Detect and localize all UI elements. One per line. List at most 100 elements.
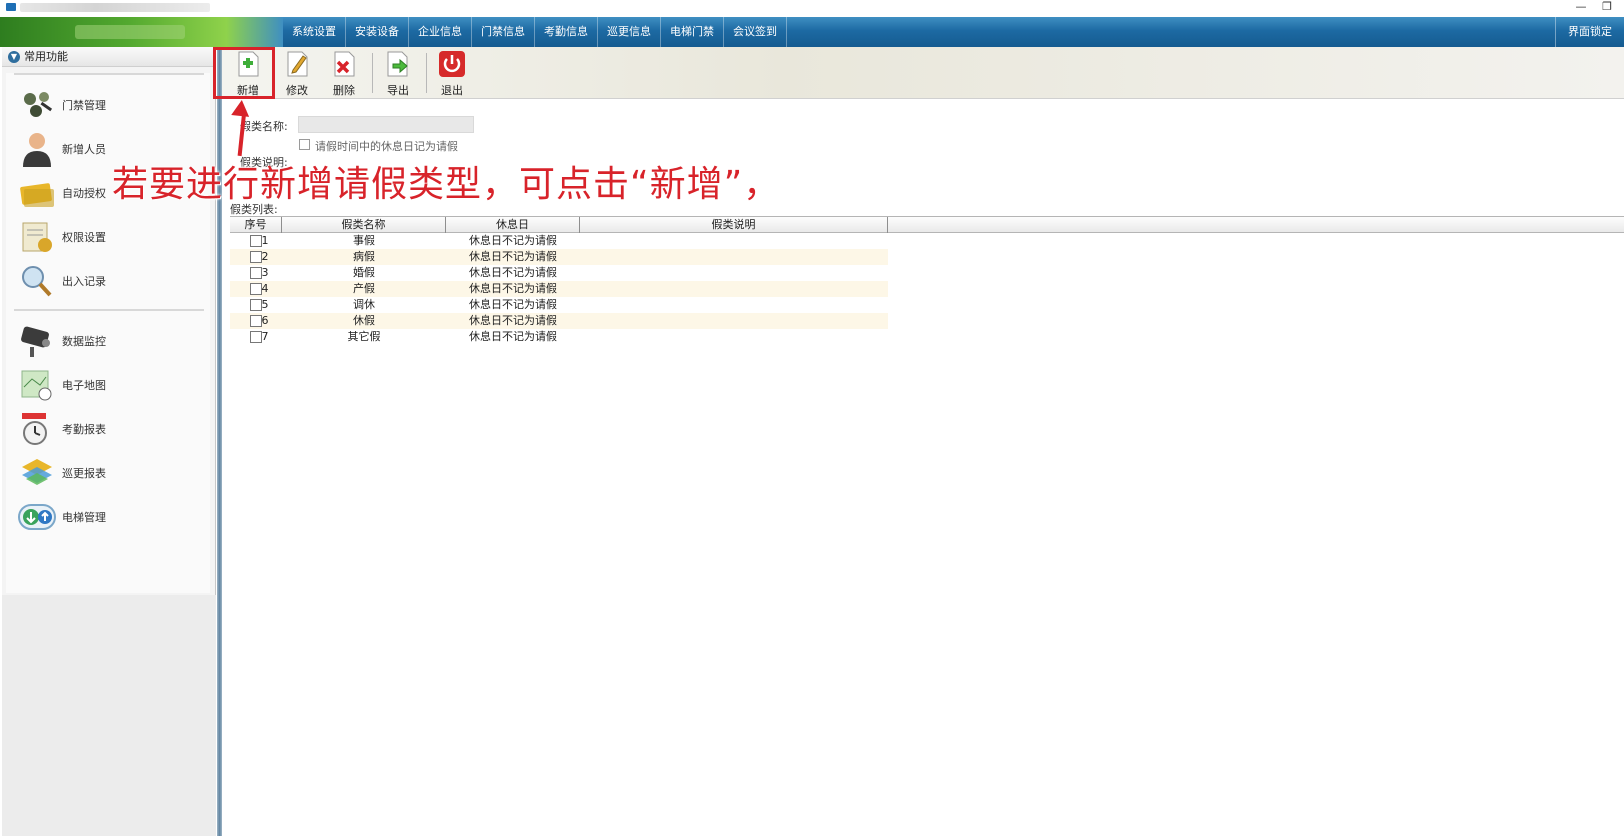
cell-rest-day: 休息日不记为请假 (469, 298, 557, 311)
edit-document-icon (283, 50, 311, 78)
header-rest-day[interactable]: 休息日 (446, 217, 580, 233)
cell-no: 4 (230, 281, 282, 297)
table-row[interactable]: 1 事假 休息日不记为请假 (230, 233, 888, 249)
row-checkbox[interactable] (250, 267, 262, 279)
door-access-icon (18, 87, 56, 123)
sidebar-item-label: 权限设置 (62, 231, 106, 244)
magnifier-icon (18, 263, 56, 299)
tutorial-annotation: 若要进行新增请假类型，可点击“新增”， (112, 164, 781, 205)
sidebar-item-add-person[interactable]: 新增人员 (18, 129, 106, 169)
leave-name-input[interactable] (298, 116, 474, 133)
restore-button[interactable]: ❐ (1594, 0, 1620, 16)
sidebar-item-label: 巡更报表 (62, 467, 106, 480)
menu-access-info[interactable]: 门禁信息 (472, 17, 535, 47)
sidebar-item-auto-auth[interactable]: 自动授权 (18, 173, 106, 213)
lock-ui-button[interactable]: 界面锁定 (1555, 17, 1624, 47)
menu-attendance-info[interactable]: 考勤信息 (535, 17, 598, 47)
cell-rest-day: 休息日不记为请假 (469, 250, 557, 263)
menu-items: 系统设置 安装设备 企业信息 门禁信息 考勤信息 巡更信息 电梯门禁 会议签到 (283, 17, 787, 47)
sidebar-item-permission[interactable]: 权限设置 (18, 217, 106, 257)
header-no[interactable]: 序号 (230, 217, 282, 233)
header-filler (888, 217, 1624, 233)
row-checkbox[interactable] (250, 235, 262, 247)
row-checkbox[interactable] (250, 251, 262, 263)
cell-no: 3 (230, 265, 282, 281)
cell-no-text: 3 (261, 266, 269, 279)
menu-patrol-info[interactable]: 巡更信息 (598, 17, 661, 47)
brand-logo (0, 17, 283, 47)
table-row[interactable]: 2 病假 休息日不记为请假 (230, 249, 888, 265)
sidebar-item-label: 出入记录 (62, 275, 106, 288)
sidebar-item-label: 自动授权 (62, 187, 106, 200)
export-button-label: 导出 (387, 84, 409, 97)
delete-button-label: 删除 (333, 84, 355, 97)
sidebar-item-label: 考勤报表 (62, 423, 106, 436)
delete-button[interactable]: 删除 (321, 50, 367, 97)
brand-logo-blurred (75, 25, 185, 39)
leave-type-table: 序号 假类名称 休息日 假类说明 1 事假 休息日不记为请假 2 病假 休息日不记为请假 3… (230, 216, 1624, 345)
sidebar-item-patrol-report[interactable]: 巡更报表 (18, 453, 106, 493)
card-icon (18, 175, 56, 211)
table-row[interactable]: 4 产假 休息日不记为请假 (230, 281, 888, 297)
sidebar-item-door-access[interactable]: 门禁管理 (18, 85, 106, 125)
cell-name: 产假 (353, 282, 375, 295)
menu-meeting-signin[interactable]: 会议签到 (724, 17, 787, 47)
cell-no: 2 (230, 249, 282, 265)
row-checkbox[interactable] (250, 331, 262, 343)
sidebar-panel: 门禁管理 新增人员 自动授权 权限设置 出入记录 数据监控 电子地图 考勤报表 … (6, 73, 210, 593)
row-checkbox[interactable] (250, 315, 262, 327)
sidebar-item-label: 电梯管理 (62, 511, 106, 524)
sidebar-header[interactable]: ▼ 常用功能 (2, 47, 215, 67)
table-row[interactable]: 5 调休 休息日不记为请假 (230, 297, 888, 313)
toolbar-separator (372, 53, 373, 93)
edit-button[interactable]: 修改 (274, 50, 320, 97)
toolbar: 新增 修改 删除 导出 退出 (222, 47, 1624, 99)
cell-name: 其它假 (347, 330, 381, 343)
menu-system-settings[interactable]: 系统设置 (283, 17, 346, 47)
rest-day-as-leave-checkbox[interactable] (299, 139, 310, 150)
minimize-button[interactable]: — (1568, 0, 1594, 16)
table-row[interactable]: 7 其它假 休息日不记为请假 (230, 329, 888, 345)
header-name[interactable]: 假类名称 (282, 217, 446, 233)
sidebar-item-label: 电子地图 (62, 379, 106, 392)
exit-button[interactable]: 退出 (429, 50, 475, 97)
cell-name: 婚假 (353, 266, 375, 279)
menu-company-info[interactable]: 企业信息 (409, 17, 472, 47)
cell-rest-day: 休息日不记为请假 (469, 266, 557, 279)
sidebar-item-attendance-report[interactable]: 考勤报表 (18, 409, 106, 449)
delete-document-icon (330, 50, 358, 78)
table-row[interactable]: 3 婚假 休息日不记为请假 (230, 265, 888, 281)
cell-no: 6 (230, 313, 282, 329)
sidebar-item-data-monitor[interactable]: 数据监控 (18, 321, 106, 361)
camera-icon (18, 323, 56, 359)
cell-name: 调休 (353, 298, 375, 311)
row-checkbox[interactable] (250, 283, 262, 295)
sidebar-item-label: 门禁管理 (62, 99, 106, 112)
window-title-blurred (20, 3, 210, 12)
sidebar-item-elevator[interactable]: 电梯管理 (18, 497, 106, 537)
cell-description (580, 313, 888, 329)
clock-icon (18, 411, 56, 447)
layers-icon (18, 455, 56, 491)
sidebar-empty-area (2, 595, 216, 836)
cell-rest-day: 休息日不记为请假 (469, 314, 557, 327)
cell-description (580, 329, 888, 345)
export-icon (384, 50, 412, 78)
sidebar-item-e-map[interactable]: 电子地图 (18, 365, 106, 405)
sidebar-item-access-records[interactable]: 出入记录 (18, 261, 106, 301)
table-row[interactable]: 6 休假 休息日不记为请假 (230, 313, 888, 329)
person-icon (18, 131, 56, 167)
edit-button-label: 修改 (286, 84, 308, 97)
sidebar-divider (14, 309, 204, 311)
collapse-toggle-icon[interactable]: ▼ (8, 51, 20, 63)
cell-description (580, 297, 888, 313)
cell-rest-day: 休息日不记为请假 (469, 282, 557, 295)
elevator-icon (18, 499, 56, 535)
menu-elevator-access[interactable]: 电梯门禁 (661, 17, 724, 47)
menu-install-device[interactable]: 安装设备 (346, 17, 409, 47)
cell-no-text: 4 (261, 282, 269, 295)
row-checkbox[interactable] (250, 299, 262, 311)
app-icon (6, 3, 16, 11)
export-button[interactable]: 导出 (375, 50, 421, 97)
header-description[interactable]: 假类说明 (580, 217, 888, 233)
